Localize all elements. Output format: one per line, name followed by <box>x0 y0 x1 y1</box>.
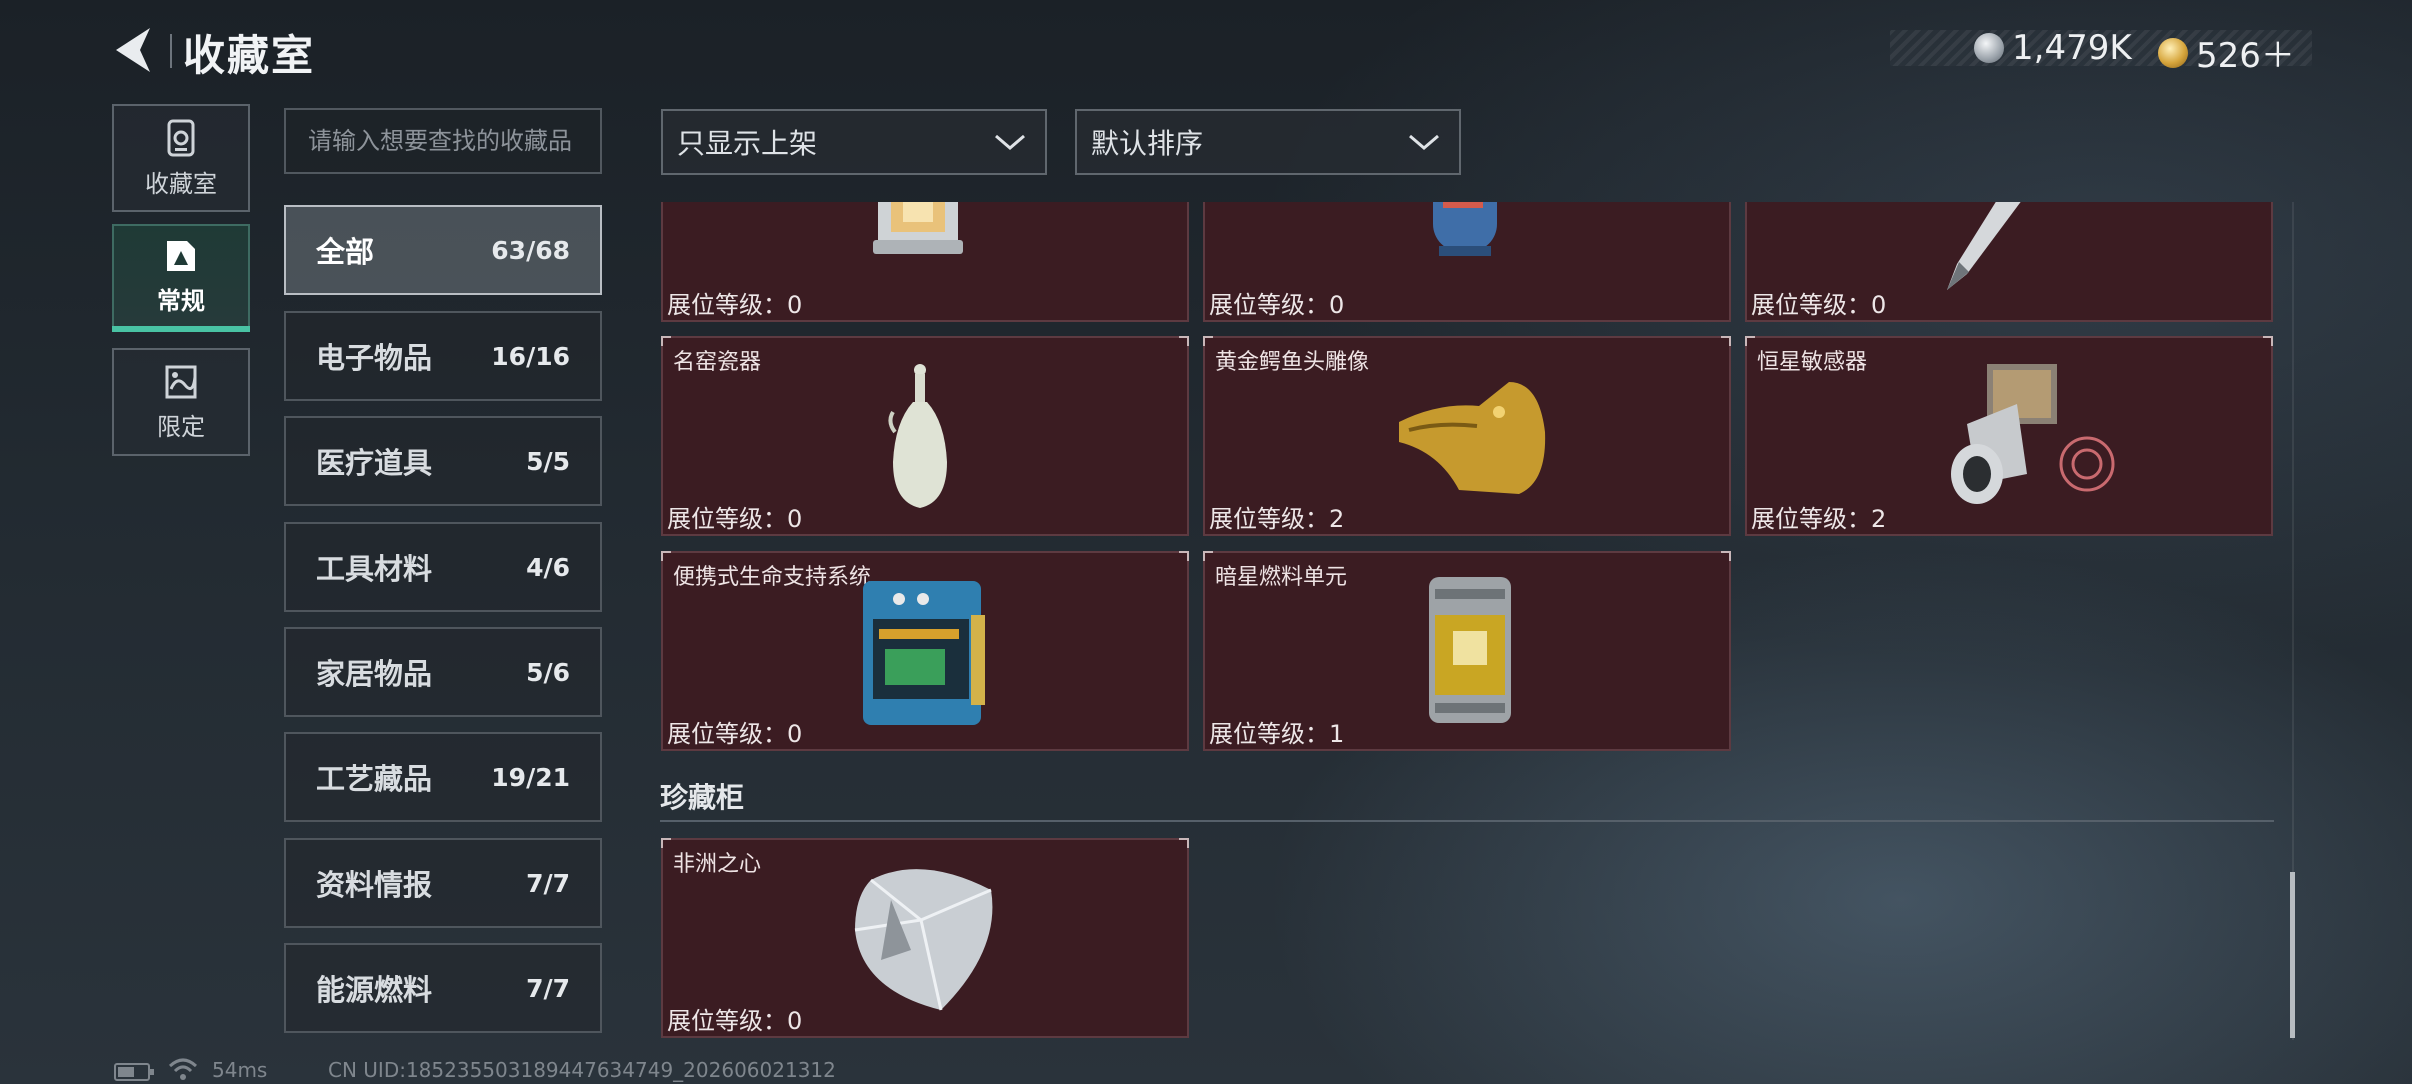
booth-level: 展位等级：0 <box>667 505 803 533</box>
category-name: 电子物品 <box>316 341 433 375</box>
item-name: 黄金鳄鱼头雕像 <box>1215 350 1370 375</box>
item-card[interactable]: 名窑瓷器 展位等级：0 <box>661 336 1189 536</box>
item-name: 名窑瓷器 <box>673 350 762 375</box>
item-card[interactable]: 非洲之心 展位等级：0 <box>661 838 1189 1038</box>
silver-coin-icon <box>1974 33 2004 63</box>
item-name: 恒星敏感器 <box>1757 350 1868 375</box>
nav-label: 收藏室 <box>145 169 217 198</box>
back-arrow-icon[interactable] <box>110 24 162 76</box>
category-tools[interactable]: 工具材料 4/6 <box>284 522 602 612</box>
category-count: 4/6 <box>526 552 570 582</box>
star-sensor-icon <box>1951 364 2115 504</box>
category-name: 能源燃料 <box>316 973 433 1007</box>
item-card[interactable]: 展位等级：0 <box>661 202 1189 322</box>
scrollbar-thumb[interactable] <box>2290 872 2295 1038</box>
booth-level: 展位等级：1 <box>1209 720 1345 748</box>
collection-room-icon <box>167 119 195 156</box>
category-name: 工具材料 <box>316 552 433 586</box>
nav-label: 常规 <box>157 286 205 315</box>
category-count: 7/7 <box>526 973 570 1003</box>
category-count: 19/21 <box>491 762 570 792</box>
category-medical[interactable]: 医疗道具 5/5 <box>284 416 602 506</box>
uid-text: CN UID:1852355031894476347​49_2026060213… <box>328 1058 836 1082</box>
dark-star-fuel-cell-icon <box>1429 577 1511 723</box>
booth-level: 展位等级：0 <box>1209 291 1345 319</box>
item-card[interactable]: 展位等级：0 <box>1745 202 2273 322</box>
booth-level: 展位等级：2 <box>1751 505 1887 533</box>
silver-currency: 1,479K <box>1974 28 2132 68</box>
gold-currency-value: 526＋ <box>2196 36 2295 76</box>
nav-regular[interactable]: 常规 <box>112 224 250 328</box>
category-all[interactable]: 全部 63/68 <box>284 205 602 295</box>
chevron-down-icon <box>995 134 1025 150</box>
search-input[interactable] <box>284 108 602 174</box>
dropdown-value: 只显示上架 <box>677 127 818 160</box>
booth-level: 展位等级：2 <box>1209 505 1345 533</box>
pen-item-icon <box>1947 202 2021 290</box>
nav-label: 限定 <box>157 412 205 441</box>
category-household[interactable]: 家居物品 5/6 <box>284 627 602 717</box>
nav-active-indicator <box>112 326 250 332</box>
nav-collection-room[interactable]: 收藏室 <box>112 104 250 212</box>
item-name: 非洲之心 <box>673 852 762 877</box>
item-card[interactable]: 暗星燃料单元 展位等级：1 <box>1203 551 1731 751</box>
shelf-filter-dropdown[interactable]: 只显示上架 <box>661 109 1047 175</box>
category-count: 7/7 <box>526 868 570 898</box>
battery-icon <box>114 1063 154 1081</box>
category-name: 家居物品 <box>316 657 433 691</box>
section-divider <box>660 820 2274 822</box>
category-electronics[interactable]: 电子物品 16/16 <box>284 311 602 401</box>
category-count: 16/16 <box>491 341 570 371</box>
booth-level: 展位等级：0 <box>1751 291 1887 319</box>
nav-limited[interactable]: 限定 <box>112 348 250 456</box>
sort-dropdown[interactable]: 默认排序 <box>1075 109 1461 175</box>
category-fuel[interactable]: 能源燃料 7/7 <box>284 943 602 1033</box>
gold-currency[interactable]: 526＋ <box>2158 28 2295 77</box>
lantern-item-icon <box>873 202 963 254</box>
category-count: 63/68 <box>491 235 570 265</box>
item-card[interactable]: 恒星敏感器 展位等级：2 <box>1745 336 2273 536</box>
category-crafts[interactable]: 工艺藏品 19/21 <box>284 732 602 822</box>
latency-text: 54ms <box>212 1058 268 1082</box>
regular-icon <box>167 240 195 271</box>
item-name: 暗星燃料单元 <box>1215 565 1348 590</box>
gas-tank-item-icon <box>1433 202 1497 256</box>
wifi-icon <box>168 1058 198 1080</box>
item-card[interactable]: 便携式生命支持系统 展位等级：0 <box>661 551 1189 751</box>
category-count: 5/5 <box>526 446 570 476</box>
porcelain-vase-icon <box>888 364 947 508</box>
dropdown-value: 默认排序 <box>1091 127 1204 160</box>
booth-level: 展位等级：0 <box>667 1007 803 1035</box>
title-divider <box>170 34 172 68</box>
heart-of-africa-diamond-icon <box>854 869 993 1011</box>
item-card[interactable]: 展位等级：0 <box>1203 202 1731 322</box>
limited-icon <box>165 365 197 398</box>
category-count: 5/6 <box>526 657 570 687</box>
chevron-down-icon <box>1409 134 1439 150</box>
category-name: 工艺藏品 <box>316 762 433 796</box>
category-intel[interactable]: 资料情报 7/7 <box>284 838 602 928</box>
item-name: 便携式生命支持系统 <box>673 565 872 590</box>
gold-coin-icon <box>2158 37 2188 68</box>
treasure-section-title: 珍藏柜 <box>660 781 745 814</box>
category-name: 全部 <box>316 235 375 269</box>
category-name: 医疗道具 <box>316 446 433 480</box>
booth-level: 展位等级：0 <box>667 720 803 748</box>
item-card[interactable]: 黄金鳄鱼头雕像 展位等级：2 <box>1203 336 1731 536</box>
page-title: 收藏室 <box>183 31 316 80</box>
booth-level: 展位等级：0 <box>667 291 803 319</box>
category-name: 资料情报 <box>316 868 433 902</box>
silver-currency-value: 1,479K <box>2012 28 2132 68</box>
life-support-system-icon <box>863 581 985 725</box>
gold-crocodile-statue-icon <box>1399 382 1546 494</box>
